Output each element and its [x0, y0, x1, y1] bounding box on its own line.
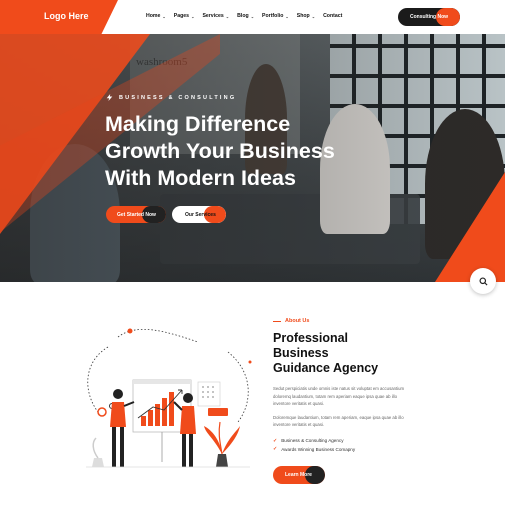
- check-icon: ✓: [273, 437, 278, 444]
- hero-title-line: With Modern Ideas: [105, 166, 296, 190]
- chevron-down-icon: ⌄: [191, 13, 195, 19]
- hero-kicker-text: BUSINESS & CONSULTING: [119, 94, 237, 101]
- nav-label: Blog: [237, 13, 249, 19]
- kicker-line: [273, 320, 281, 322]
- consulting-now-button[interactable]: Consulting Now: [398, 8, 460, 26]
- search-icon: [478, 276, 488, 286]
- about-kicker: About Us: [273, 318, 413, 324]
- chevron-down-icon: ⌄: [225, 13, 230, 19]
- about-title: Professional Business Guidance Agency: [273, 331, 413, 376]
- about-title-line: Business: [273, 346, 329, 360]
- hero-kicker: BUSINESS & CONSULTING: [106, 94, 236, 101]
- lightning-icon: [106, 94, 113, 101]
- nav-item-home[interactable]: Home ⌄: [146, 13, 166, 19]
- check-icon: ✓: [273, 446, 278, 453]
- button-label: Get Started Now: [117, 211, 156, 218]
- our-services-button[interactable]: Our Services: [172, 206, 226, 223]
- button-label: Consulting Now: [410, 14, 449, 20]
- nav-label: Home: [146, 13, 161, 19]
- chevron-down-icon: ⌄: [250, 13, 255, 19]
- about-title-line: Professional: [273, 331, 349, 345]
- nav-item-services[interactable]: Services ⌄: [202, 13, 229, 19]
- hero-title: Making Difference Growth Your Business W…: [105, 111, 385, 192]
- hero-title-line: Growth Your Business: [105, 139, 335, 163]
- logo[interactable]: Logo Here: [44, 11, 89, 21]
- nav-label: Services: [202, 13, 224, 19]
- nav-item-contact[interactable]: Contact: [323, 13, 342, 19]
- button-label: Learn More: [285, 472, 312, 478]
- nav-label: Portfolio: [262, 13, 284, 19]
- feature-label: Business & Consulting Agency: [281, 438, 344, 444]
- about-paragraph: Sedut perspiciatis unde omnis iste natus…: [273, 386, 405, 406]
- nav-label: Shop: [296, 13, 310, 19]
- about-section: About Us Professional Business Guidance …: [273, 318, 413, 454]
- business-illustration: [86, 328, 252, 468]
- get-started-button[interactable]: Get Started Now: [106, 206, 166, 223]
- site-header: Logo Here Home ⌄ Pages ⌄ Services ⌄ Blog…: [0, 0, 505, 34]
- chevron-down-icon: ⌄: [311, 13, 316, 19]
- learn-more-button[interactable]: Learn More: [273, 466, 325, 484]
- feature-label: Awards Winning Business Comapny: [281, 446, 356, 452]
- feature-item: ✓ Business & Consulting Agency: [273, 437, 413, 446]
- nav-label: Contact: [323, 13, 343, 19]
- feature-item: ✓ Awards Winning Business Comapny: [273, 445, 413, 454]
- nav-label: Pages: [173, 13, 190, 19]
- hero-title-line: Making Difference: [105, 112, 291, 136]
- nav-item-portfolio[interactable]: Portfolio ⌄: [262, 13, 289, 19]
- feature-list: ✓ Business & Consulting Agency ✓ Awards …: [273, 437, 413, 454]
- about-kicker-text: About Us: [285, 318, 310, 324]
- chevron-down-icon: ⌄: [162, 13, 166, 19]
- chevron-down-icon: ⌄: [285, 13, 289, 19]
- page: Logo Here Home ⌄ Pages ⌄ Services ⌄ Blog…: [0, 0, 505, 505]
- search-button[interactable]: [470, 268, 496, 294]
- button-label: Our Services: [185, 211, 216, 218]
- about-paragraph: Doloremque laudantium, totam rem aperiam…: [273, 414, 404, 428]
- nav-item-blog[interactable]: Blog ⌄: [237, 13, 254, 19]
- hero-section: washroom5 BUSINESS & CONSULTING Making D…: [0, 34, 505, 282]
- main-nav: Home ⌄ Pages ⌄ Services ⌄ Blog ⌄ Portfol…: [146, 13, 342, 19]
- nav-item-shop[interactable]: Shop ⌄: [297, 13, 315, 19]
- about-title-line: Guidance Agency: [273, 361, 379, 375]
- nav-item-pages[interactable]: Pages ⌄: [174, 13, 195, 19]
